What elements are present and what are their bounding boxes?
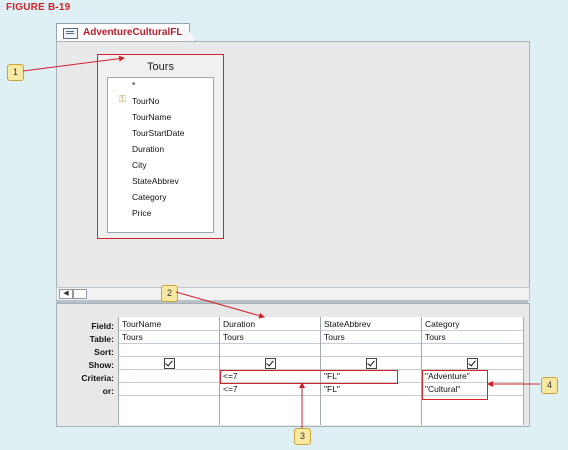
field-item-price[interactable]: Price — [132, 208, 151, 218]
tab-label: AdventureCulturalFL — [83, 27, 183, 38]
field-item-tourno[interactable]: TourNo — [132, 96, 159, 106]
show-checkbox[interactable] — [467, 358, 478, 369]
callout-1: 1 — [7, 64, 24, 81]
callout-3: 3 — [294, 428, 311, 445]
field-item-duration[interactable]: Duration — [132, 144, 164, 154]
field-cell[interactable]: Category — [425, 319, 460, 329]
row-label-show: Show: — [88, 360, 115, 370]
row-label-field: Field: — [91, 321, 114, 331]
category-criteria-highlight-box — [422, 370, 488, 400]
tab-query[interactable]: AdventureCulturalFL — [56, 23, 190, 42]
field-list-title[interactable]: Tours — [98, 61, 223, 73]
field-cell[interactable]: StateAbbrev — [324, 319, 371, 329]
callout-2: 2 — [161, 285, 178, 302]
callout-4: 4 — [541, 377, 558, 394]
row-label-sort: Sort: — [94, 347, 114, 357]
show-checkbox[interactable] — [164, 358, 175, 369]
field-item-category[interactable]: Category — [132, 192, 167, 202]
field-cell[interactable]: TourName — [122, 319, 161, 329]
grid-column-tourname[interactable]: TourName Tours — [118, 317, 221, 425]
row-label-or: or: — [102, 386, 114, 396]
primary-key-icon: ⚿ — [119, 94, 126, 104]
row-label-table: Table: — [89, 334, 114, 344]
row-label-criteria: Criteria: — [81, 373, 114, 383]
scroll-left-icon[interactable]: ◀ — [59, 289, 73, 299]
table-cell[interactable]: Tours — [324, 332, 345, 342]
table-cell[interactable]: Tours — [223, 332, 244, 342]
or-cell[interactable]: <=7 — [223, 384, 238, 394]
table-cell[interactable]: Tours — [122, 332, 143, 342]
show-checkbox[interactable] — [366, 358, 377, 369]
field-item-city[interactable]: City — [132, 160, 147, 170]
table-cell[interactable]: Tours — [425, 332, 446, 342]
or-cell[interactable]: "FL" — [324, 384, 340, 394]
show-checkbox[interactable] — [265, 358, 276, 369]
criteria-highlight-box — [220, 370, 398, 384]
query-icon — [63, 28, 78, 39]
field-cell[interactable]: Duration — [223, 319, 255, 329]
scroll-thumb[interactable] — [73, 289, 87, 299]
horizontal-scrollbar[interactable]: ◀ — [56, 287, 530, 301]
field-item-tourstartdate[interactable]: TourStartDate — [132, 128, 184, 138]
field-item-stateabbrev[interactable]: StateAbbrev — [132, 176, 179, 186]
field-item-[interactable]: * — [132, 80, 135, 90]
field-item-tourname[interactable]: TourName — [132, 112, 171, 122]
figure-label: FIGURE B-19 — [6, 2, 71, 13]
